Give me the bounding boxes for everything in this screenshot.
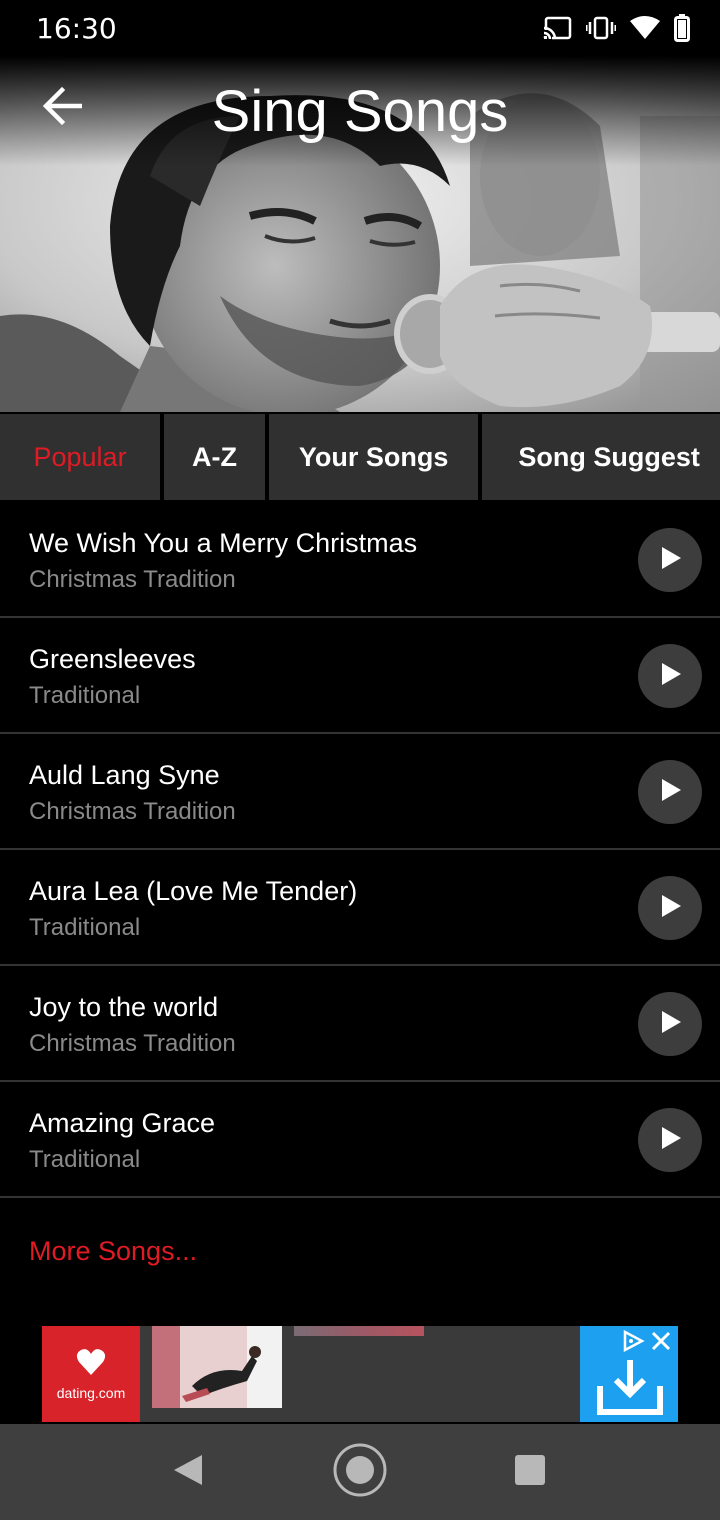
close-icon[interactable] — [650, 1330, 672, 1357]
tab-bar: Popular A-Z Your Songs Song Suggest — [0, 414, 720, 502]
song-title: Amazing Grace — [29, 1108, 216, 1138]
song-item[interactable]: We Wish You a Merry Christmas Christmas … — [0, 502, 720, 618]
page-title: Sing Songs — [211, 79, 509, 144]
ad-choices-icon — [622, 1329, 646, 1357]
play-icon — [657, 545, 683, 576]
song-artist: Christmas Tradition — [29, 798, 236, 825]
ad-image-strip — [294, 1326, 424, 1336]
song-item[interactable]: Joy to the world Christmas Tradition — [0, 966, 720, 1082]
play-icon — [657, 1009, 683, 1040]
wifi-icon — [630, 16, 660, 40]
download-icon — [596, 1360, 664, 1421]
play-button[interactable] — [638, 1108, 702, 1172]
status-bar: 16:30 — [0, 0, 720, 56]
song-title: Greensleeves — [29, 644, 196, 674]
song-title: Joy to the world — [29, 992, 219, 1022]
nav-back-button[interactable] — [158, 1442, 218, 1502]
tab-song-suggest[interactable]: Song Suggest — [482, 414, 720, 500]
triangle-back-icon — [172, 1453, 204, 1492]
tab-your-songs[interactable]: Your Songs — [268, 414, 479, 500]
circle-home-icon — [332, 1442, 388, 1503]
hero-header: Sing Songs — [0, 56, 720, 412]
play-icon — [657, 893, 683, 924]
song-artist: Traditional — [29, 914, 141, 941]
play-button[interactable] — [638, 876, 702, 940]
play-button[interactable] — [638, 644, 702, 708]
song-item[interactable]: Greensleeves Traditional — [0, 618, 720, 734]
nav-recents-button[interactable] — [500, 1442, 560, 1502]
heart-icon — [76, 1348, 106, 1381]
ad-photo — [152, 1326, 282, 1408]
play-button[interactable] — [638, 992, 702, 1056]
square-recents-icon — [514, 1454, 546, 1491]
tab-a-z[interactable]: A-Z — [164, 414, 265, 500]
song-artist: Christmas Tradition — [29, 566, 236, 593]
vibrate-icon — [586, 16, 616, 40]
song-artist: Traditional — [29, 1146, 141, 1173]
song-item[interactable]: Amazing Grace Traditional — [0, 1082, 720, 1198]
play-button[interactable] — [638, 760, 702, 824]
song-item[interactable]: Auld Lang Syne Christmas Tradition — [0, 734, 720, 850]
song-title: Aura Lea (Love Me Tender) — [29, 876, 358, 906]
more-songs-link[interactable]: More Songs... — [29, 1236, 197, 1267]
tab-popular[interactable]: Popular — [0, 414, 161, 500]
play-button[interactable] — [638, 528, 702, 592]
song-title: We Wish You a Merry Christmas — [29, 528, 418, 558]
song-artist: Traditional — [29, 682, 141, 709]
play-icon — [657, 1125, 683, 1156]
nav-home-button[interactable] — [330, 1442, 390, 1502]
battery-icon — [674, 14, 690, 42]
status-icons — [542, 12, 690, 44]
ad-brand: dating.com — [56, 1384, 126, 1401]
song-list: We Wish You a Merry Christmas Christmas … — [0, 502, 720, 1198]
play-icon — [657, 661, 683, 692]
cast-icon — [542, 16, 572, 40]
ad-download-panel[interactable] — [580, 1326, 678, 1422]
song-artist: Christmas Tradition — [29, 1030, 236, 1057]
song-title: Auld Lang Syne — [29, 760, 220, 790]
ad-logo: dating.com — [42, 1326, 140, 1422]
ad-banner[interactable]: dating.com — [42, 1326, 678, 1422]
song-item[interactable]: Aura Lea (Love Me Tender) Traditional — [0, 850, 720, 966]
system-nav-bar — [0, 1424, 720, 1520]
status-time: 16:30 — [36, 12, 117, 45]
play-icon — [657, 777, 683, 808]
